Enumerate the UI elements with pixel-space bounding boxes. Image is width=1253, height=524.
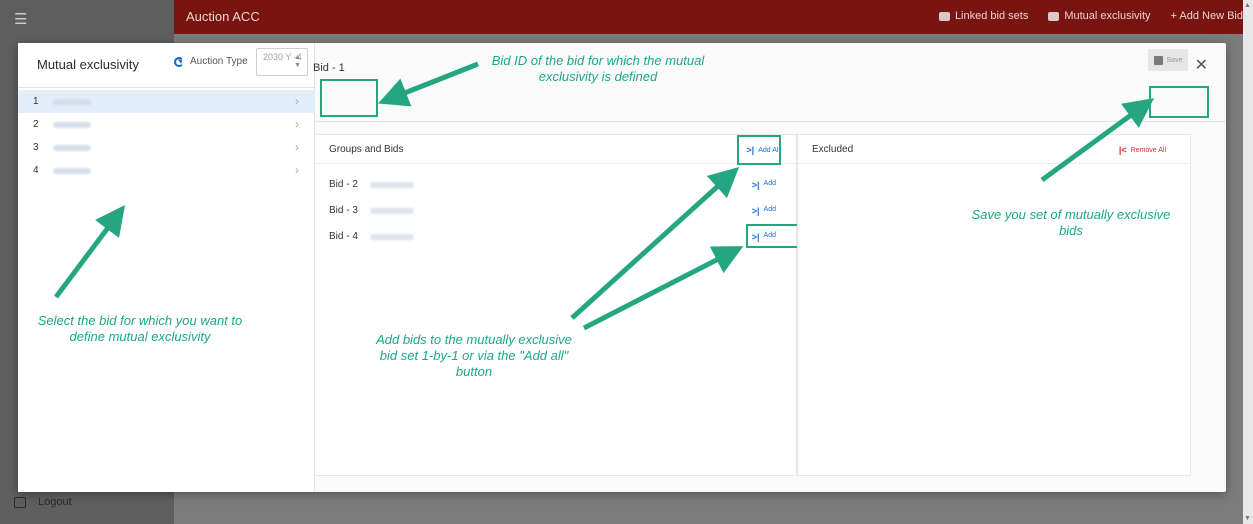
- mutual-exclusivity-label: Mutual exclusivity: [1064, 10, 1151, 22]
- groups-and-bids-panel: Groups and Bids >| Add All Bid - 2 >| Ad…: [314, 134, 797, 476]
- highlight-box: [737, 135, 781, 165]
- app-title: Auction ACC: [186, 9, 260, 24]
- logout-button[interactable]: Logout: [14, 496, 72, 508]
- remove-all-button[interactable]: |< Remove All: [1119, 145, 1166, 155]
- annotation-save: Save you set of mutually exclusive bids: [971, 207, 1171, 238]
- highlight-box: [320, 79, 378, 117]
- topbar-actions: Linked bid sets Mutual exclusivity + Add…: [938, 10, 1243, 22]
- redacted-text: [52, 98, 91, 105]
- bid-selector-header: Mutual exclusivity Auction Type 2030 Y -…: [18, 43, 315, 88]
- excluded-panel-title: Excluded: [812, 144, 854, 155]
- exclusion-icon: [1048, 11, 1060, 21]
- app-topbar: Auction ACC Linked bid sets Mutual exclu…: [174, 0, 1253, 34]
- redacted-text: [370, 234, 414, 240]
- add-button[interactable]: >| Add: [752, 180, 776, 190]
- redacted-text: [370, 208, 414, 214]
- redacted-text: [52, 167, 91, 174]
- divider: [315, 121, 1226, 122]
- bid-index: 1: [33, 96, 39, 107]
- save-icon: [1153, 55, 1163, 65]
- save-label: Save: [1166, 56, 1183, 64]
- chevron-right-icon: ›: [295, 140, 299, 154]
- page-scrollbar[interactable]: ▲ ▼: [1243, 0, 1253, 524]
- table-row: Bid - 4 >| Add: [329, 227, 784, 247]
- chevron-right-icon: ›: [295, 163, 299, 177]
- link-icon: [938, 11, 950, 21]
- groups-panel-header: Groups and Bids >| Add All: [315, 135, 796, 164]
- chevron-right-icon: ›: [295, 94, 299, 108]
- logout-icon: [14, 496, 26, 508]
- scroll-up-icon[interactable]: ▲: [1244, 2, 1251, 9]
- add-new-bid-button[interactable]: + Add New Bid: [1171, 10, 1243, 22]
- mutual-exclusivity-button[interactable]: Mutual exclusivity: [1048, 10, 1151, 22]
- bid-list-item[interactable]: 2 ›: [18, 113, 315, 136]
- redacted-text: [52, 144, 91, 151]
- move-right-icon: >|: [751, 180, 760, 190]
- bid-name: Bid - 2: [329, 179, 358, 190]
- linked-bid-sets-label: Linked bid sets: [954, 10, 1029, 22]
- excluded-panel-header: Excluded |< Remove All: [798, 135, 1190, 164]
- bid-list: 1 › 2 › 3 › 4 ›: [18, 90, 315, 182]
- chevron-right-icon: ›: [295, 117, 299, 131]
- close-icon[interactable]: ✕: [1195, 55, 1208, 75]
- add-label: Add: [763, 206, 776, 213]
- bid-index: 4: [33, 165, 39, 176]
- bid-index: 2: [33, 119, 39, 130]
- bid-list-item[interactable]: 1 ›: [18, 90, 315, 113]
- screen: ☰ Logout Auction ACC Linked bid sets Mut…: [0, 0, 1253, 524]
- menu-icon[interactable]: ☰: [14, 10, 27, 28]
- move-left-icon: |<: [1118, 145, 1127, 155]
- move-right-icon: >|: [751, 206, 760, 216]
- linked-bid-sets-button[interactable]: Linked bid sets: [938, 10, 1029, 22]
- table-row: Bid - 2 >| Add: [329, 175, 784, 195]
- stepper-icon[interactable]: ▲ ▼: [294, 54, 301, 70]
- table-row: Bid - 3 >| Add: [329, 201, 784, 221]
- groups-panel-title: Groups and Bids: [329, 144, 404, 155]
- add-new-bid-label: + Add New Bid: [1170, 10, 1243, 22]
- bid-list-item[interactable]: 4 ›: [18, 159, 315, 182]
- highlight-box: [1149, 86, 1209, 118]
- auction-type-select[interactable]: 2030 Y -4 ▲ ▼: [256, 48, 308, 76]
- remove-all-label: Remove All: [1130, 146, 1166, 154]
- auction-type-label: Auction Type: [190, 56, 248, 67]
- logout-label: Logout: [38, 496, 72, 508]
- scroll-down-icon[interactable]: ▼: [1244, 515, 1251, 522]
- add-label: Add: [763, 180, 776, 187]
- bid-list-item[interactable]: 3 ›: [18, 136, 315, 159]
- dialog-title: Mutual exclusivity: [37, 57, 139, 72]
- excluded-panel: Excluded |< Remove All: [797, 134, 1191, 476]
- bid-index: 3: [33, 142, 39, 153]
- editor-header: ✕: [315, 43, 1226, 88]
- bid-selector-pane: Mutual exclusivity Auction Type 2030 Y -…: [18, 43, 315, 492]
- bid-name: Bid - 3: [329, 205, 358, 216]
- auction-type-refresh-button[interactable]: Auction Type: [174, 56, 248, 67]
- annotation-add-bids: Add bids to the mutually exclusive bid s…: [376, 332, 572, 379]
- save-button[interactable]: Save: [1148, 49, 1188, 71]
- add-button[interactable]: >| Add: [752, 206, 776, 216]
- refresh-icon: [174, 56, 184, 67]
- annotation-select-bid: Select the bid for which you want to def…: [37, 313, 243, 344]
- selected-bid-id: Bid - 1: [313, 62, 345, 74]
- redacted-text: [52, 121, 91, 128]
- annotation-bid-id: Bid ID of the bid for which the mutual e…: [491, 53, 705, 84]
- redacted-text: [370, 182, 414, 188]
- bid-name: Bid - 4: [329, 231, 358, 242]
